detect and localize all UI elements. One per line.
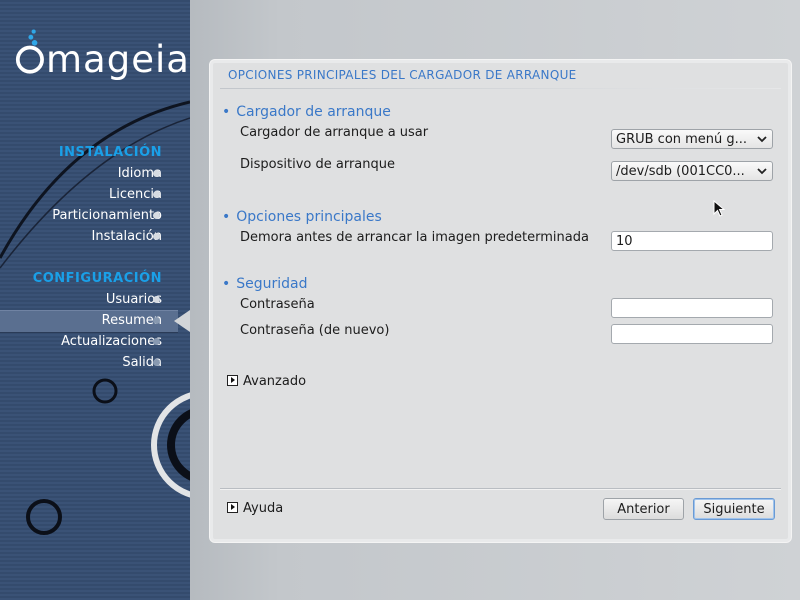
bootloader-group-title: • Cargador de arranque xyxy=(222,104,391,120)
boot-device-value: /dev/sdb (001CC0... xyxy=(616,164,745,179)
group-label: Cargador de arranque xyxy=(236,104,391,120)
step-current-dot xyxy=(153,317,160,324)
chevron-down-icon xyxy=(757,136,767,143)
delay-input[interactable] xyxy=(611,231,773,251)
boot-device-select[interactable]: /dev/sdb (001CC0... xyxy=(611,161,773,181)
bullet-icon: • xyxy=(222,209,231,225)
brand-name: mageia xyxy=(46,38,190,81)
advanced-expander[interactable]: Avanzado xyxy=(227,374,306,390)
step-pending-dot xyxy=(153,359,160,366)
step-done-dot xyxy=(153,212,160,219)
footer-divider xyxy=(220,488,781,489)
step-particionamiento: Particionamiento xyxy=(52,208,162,223)
delay-label: Demora antes de arrancar la imagen prede… xyxy=(240,230,589,245)
password-again-label: Contraseña (de nuevo) xyxy=(240,323,390,338)
bullet-icon: • xyxy=(222,276,231,292)
group-label: Opciones principales xyxy=(236,209,382,225)
security-group-title: • Seguridad xyxy=(222,276,308,292)
mouse-pointer-icon xyxy=(713,200,725,217)
main-options-group-title: • Opciones principales xyxy=(222,209,382,225)
step-done-dot xyxy=(153,233,160,240)
loader-select-value: GRUB con menú g... xyxy=(616,132,748,147)
page-title: OPCIONES PRINCIPALES DEL CARGADOR DE ARR… xyxy=(228,68,577,82)
chevron-down-icon xyxy=(757,168,767,175)
step-done-dot xyxy=(153,191,160,198)
group-label: Seguridad xyxy=(236,276,308,292)
loader-label: Cargador de arranque a usar xyxy=(240,125,429,140)
config-section-title: CONFIGURACIÓN xyxy=(32,271,162,286)
expander-arrow-icon xyxy=(227,502,238,513)
next-button[interactable]: Siguiente xyxy=(693,498,775,520)
step-instalacion: Instalación xyxy=(91,229,162,244)
step-pending-dot xyxy=(153,338,160,345)
previous-button[interactable]: Anterior xyxy=(603,498,684,520)
step-done-dot xyxy=(153,296,160,303)
help-expander[interactable]: Ayuda xyxy=(227,501,283,517)
expander-arrow-icon xyxy=(227,375,238,386)
password-again-input[interactable] xyxy=(611,324,773,344)
advanced-label: Avanzado xyxy=(243,374,307,389)
step-done-dot xyxy=(153,170,160,177)
loader-select[interactable]: GRUB con menú g... xyxy=(611,129,773,149)
password-input[interactable] xyxy=(611,298,773,318)
step-actualizaciones: Actualizaciones xyxy=(61,334,162,349)
sidebar: mageia INSTALACIÓN Idioma Licencia Parti… xyxy=(0,0,190,600)
device-label: Dispositivo de arranque xyxy=(240,157,395,172)
install-section-title: INSTALACIÓN xyxy=(58,145,162,160)
title-divider xyxy=(220,88,781,89)
help-label: Ayuda xyxy=(243,501,284,516)
current-step-pointer xyxy=(174,310,190,332)
bootloader-panel: OPCIONES PRINCIPALES DEL CARGADOR DE ARR… xyxy=(209,59,792,543)
bullet-icon: • xyxy=(222,104,231,120)
password-label: Contraseña xyxy=(240,297,315,312)
